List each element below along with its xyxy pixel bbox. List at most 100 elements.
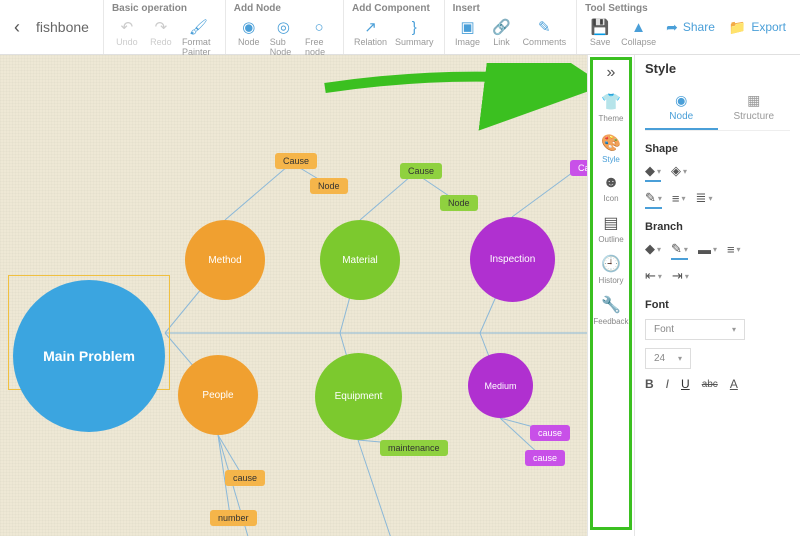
summary-label: Summary <box>395 37 434 47</box>
tab-node[interactable]: ◉Node <box>645 86 718 130</box>
icon-label: Icon <box>603 194 618 203</box>
comments-icon: ✎ <box>535 18 553 36</box>
branch-weight-control[interactable]: ▬▾ <box>698 242 717 260</box>
relation-label: Relation <box>354 37 387 47</box>
node-tab-icon: ◉ <box>645 92 718 109</box>
collapse-rail-button[interactable]: » <box>607 59 616 87</box>
bold-button[interactable]: B <box>645 377 654 391</box>
outline-label: Outline <box>598 235 623 244</box>
undo-icon: ↶ <box>118 18 136 36</box>
format-painter-icon: 🖌 <box>189 18 207 36</box>
summary-button[interactable]: }Summary <box>393 16 436 49</box>
strike-button[interactable]: abc <box>702 379 718 390</box>
collapse-icon: ▲ <box>630 18 648 36</box>
tag-cause[interactable]: Ca <box>570 160 587 176</box>
group-label: Add Component <box>352 3 436 14</box>
back-icon[interactable]: ‹ <box>14 17 20 38</box>
tag-maintenance[interactable]: maintenance <box>380 440 448 456</box>
undo-label: Undo <box>116 37 138 47</box>
document-title: fishbone <box>36 19 89 35</box>
rail-icon[interactable]: ☻ Icon <box>593 169 628 208</box>
indent-left-control[interactable]: ⇤▾ <box>645 268 662 287</box>
node-main-problem[interactable]: Main Problem <box>13 280 165 432</box>
tag-number[interactable]: number <box>210 510 257 526</box>
font-color-button[interactable]: A <box>730 377 738 391</box>
freenode-button[interactable]: ○Free node <box>303 16 335 59</box>
relation-button[interactable]: ↗Relation <box>352 16 389 49</box>
shape-preset-control[interactable]: ◈▾ <box>671 163 687 182</box>
diagram-canvas[interactable]: Main Problem Method People Material Equi… <box>0 55 587 536</box>
history-label: History <box>599 276 624 285</box>
image-icon: ▣ <box>459 18 477 36</box>
group-label: Add Node <box>234 3 335 14</box>
subnode-button[interactable]: ◎Sub Node <box>268 16 299 59</box>
workspace: Main Problem Method People Material Equi… <box>0 55 800 536</box>
toolbar-group-basic-operation: Basic operation↶Undo↷Redo🖌Format Painter <box>103 0 225 54</box>
top-toolbar: ‹ fishbone Basic operation↶Undo↷Redo🖌For… <box>0 0 800 55</box>
theme-icon: 👕 <box>601 92 621 112</box>
font-family-select[interactable]: Font▾ <box>645 319 745 340</box>
style-label: Style <box>602 155 620 164</box>
tab-structure[interactable]: ▦Structure <box>718 86 791 130</box>
save-icon: 💾 <box>591 18 609 36</box>
tag-node[interactable]: Node <box>310 178 348 194</box>
node-material[interactable]: Material <box>320 220 400 300</box>
export-button[interactable]: 📁Export <box>729 19 786 36</box>
node-inspection[interactable]: Inspection <box>470 217 555 302</box>
export-label: Export <box>751 20 786 34</box>
node-people[interactable]: People <box>178 355 258 435</box>
rail-style[interactable]: 🎨 Style <box>593 128 628 169</box>
section-font: Font <box>645 299 790 311</box>
branch-fill-control[interactable]: ◆▾ <box>645 241 661 260</box>
side-rail: » 👕Theme 🎨 Style ☻ Icon ▤Outline🕘History🔧Feed… <box>587 55 635 536</box>
branch-style-control[interactable]: ≡▾ <box>727 242 741 260</box>
image-button[interactable]: ▣Image <box>453 16 483 49</box>
icon-icon: ☻ <box>603 174 620 192</box>
style-icon: 🎨 <box>601 133 621 153</box>
tag-cause[interactable]: cause <box>525 450 565 466</box>
italic-button[interactable]: I <box>666 377 669 391</box>
share-button[interactable]: ➦Share <box>666 19 715 36</box>
border-weight-control[interactable]: ≡▾ <box>672 191 686 209</box>
node-method[interactable]: Method <box>185 220 265 300</box>
collapse-label: Collapse <box>621 37 656 47</box>
tag-cause[interactable]: cause <box>225 470 265 486</box>
rail-theme[interactable]: 👕Theme <box>593 87 628 128</box>
tag-cause[interactable]: Cause <box>275 153 317 169</box>
redo-button: ↷Redo <box>146 16 176 59</box>
branch-color-control[interactable]: ✎▾ <box>671 241 688 260</box>
share-label: Share <box>683 20 715 34</box>
underline-button[interactable]: U <box>681 377 690 391</box>
tag-cause[interactable]: Cause <box>400 163 442 179</box>
save-label: Save <box>590 37 611 47</box>
collapse-button[interactable]: ▲Collapse <box>619 16 658 49</box>
panel-title: Style <box>645 61 790 76</box>
subnode-label: Sub Node <box>270 37 297 57</box>
save-button[interactable]: 💾Save <box>585 16 615 49</box>
comments-button[interactable]: ✎Comments <box>521 16 569 49</box>
redo-icon: ↷ <box>152 18 170 36</box>
rail-feedback[interactable]: 🔧Feedback <box>593 290 628 331</box>
section-shape: Shape <box>645 143 790 155</box>
subnode-icon: ◎ <box>274 18 292 36</box>
freenode-icon: ○ <box>310 18 328 36</box>
border-style-control[interactable]: ✎▾ <box>645 190 662 209</box>
tag-node[interactable]: Node <box>440 195 478 211</box>
tag-cause[interactable]: cause <box>530 425 570 441</box>
annotation-arrow <box>320 63 587 143</box>
image-label: Image <box>455 37 480 47</box>
rail-history[interactable]: 🕘History <box>593 249 628 290</box>
toolbar-group-insert: Insert▣Image🔗Link✎Comments <box>444 0 577 54</box>
indent-right-control[interactable]: ⇥▾ <box>672 268 689 287</box>
node-equipment[interactable]: Equipment <box>315 353 402 440</box>
font-size-select[interactable]: 24▾ <box>645 348 691 369</box>
link-button[interactable]: 🔗Link <box>487 16 517 49</box>
rail-outline[interactable]: ▤Outline <box>593 208 628 249</box>
format-painter-button[interactable]: 🖌Format Painter <box>180 16 217 59</box>
node-button[interactable]: ◉Node <box>234 16 264 59</box>
node-medium[interactable]: Medium <box>468 353 533 418</box>
panel-tabs: ◉Node▦Structure <box>645 86 790 131</box>
shape-fill-control[interactable]: ◆▾ <box>645 163 661 182</box>
relation-icon: ↗ <box>362 18 380 36</box>
border-dash-control[interactable]: ≣▾ <box>696 190 713 209</box>
